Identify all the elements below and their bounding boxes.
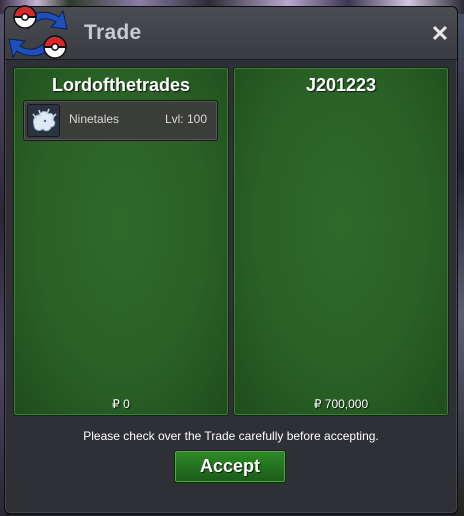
- window-title: Trade: [84, 21, 142, 44]
- money-offer-right: ₽ 700,000: [313, 397, 369, 411]
- partner-offer-panel: J201223 ₽ 700,000: [233, 67, 449, 416]
- my-offer-panel: Lordofthetrades Ninetales Lvl: 100 ₽ 0: [13, 67, 229, 416]
- player-name-left: Lordofthetrades: [51, 75, 190, 95]
- pokemon-name: Ninetales: [69, 112, 120, 126]
- pokemon-level: Lvl: 100: [164, 112, 207, 126]
- trade-notice-text: Please check over the Trade carefully be…: [83, 429, 379, 443]
- money-offer-left: ₽ 0: [112, 397, 130, 411]
- trade-dialog: Trade ✕ Lordofthetrades Ninetales Lvl: 1…: [4, 5, 458, 514]
- ninetales-icon: [27, 104, 60, 137]
- player-name-right: J201223: [305, 75, 377, 95]
- offer-item-pokemon[interactable]: Ninetales Lvl: 100: [23, 100, 218, 141]
- pokeball-trade-logo-icon: [8, 5, 68, 59]
- accept-button[interactable]: Accept: [174, 450, 286, 483]
- close-icon[interactable]: ✕: [429, 23, 451, 45]
